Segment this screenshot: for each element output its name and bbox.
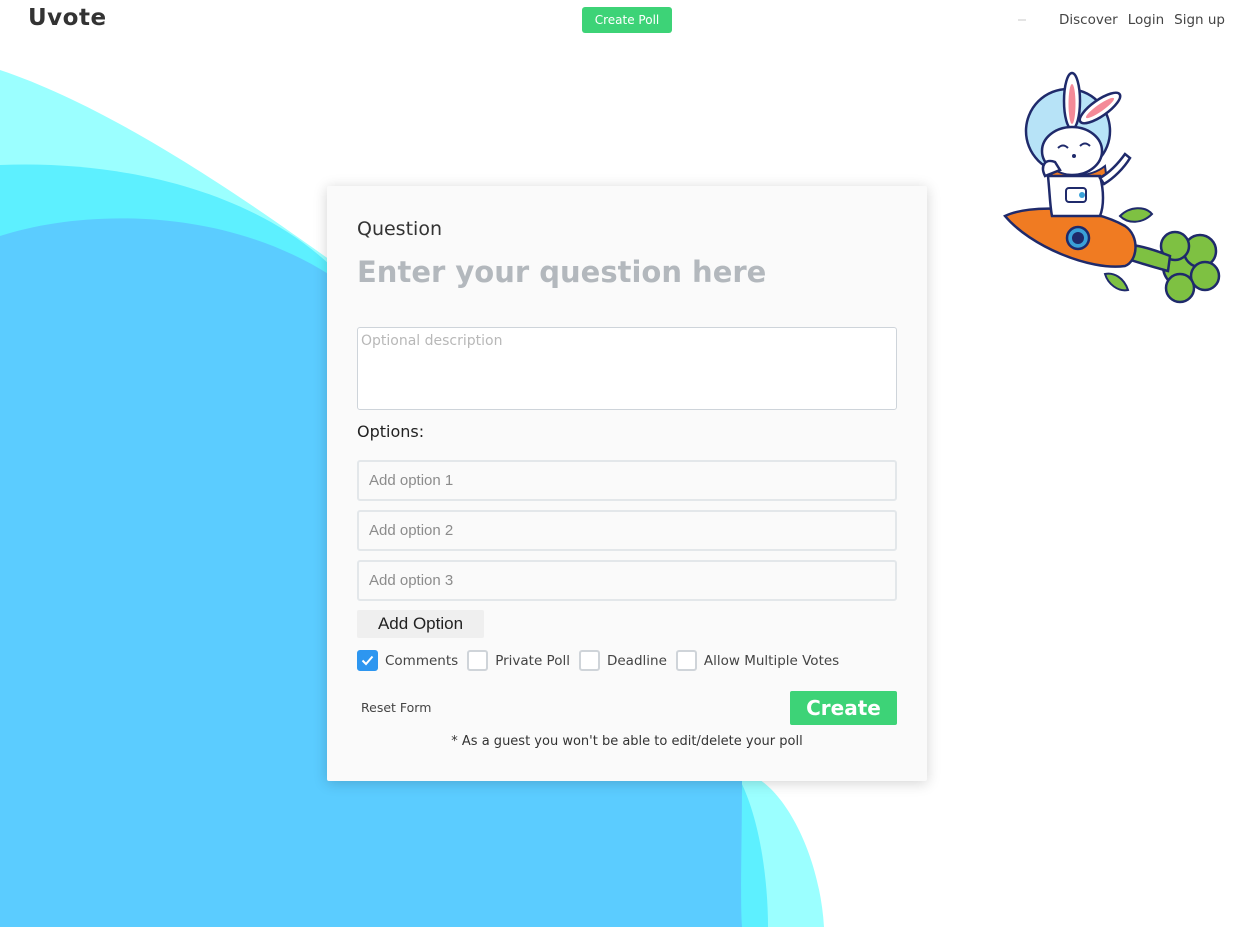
- guest-note: * As a guest you won't be able to edit/d…: [451, 734, 803, 749]
- create-poll-button[interactable]: Create Poll: [582, 7, 672, 33]
- nav-signup-link[interactable]: Sign up: [1174, 12, 1225, 28]
- private-poll-checkbox[interactable]: Private Poll: [467, 650, 570, 671]
- create-button[interactable]: Create: [790, 691, 897, 725]
- bunny-rocket-illustration: [1003, 71, 1221, 304]
- checkmark-icon: [361, 655, 374, 666]
- logo[interactable]: Uvote: [28, 5, 107, 31]
- question-label: Question: [357, 218, 442, 240]
- checkbox-unchecked-icon[interactable]: [467, 650, 489, 671]
- question-input[interactable]: [355, 252, 899, 292]
- description-textarea[interactable]: [357, 327, 897, 410]
- option-input-1[interactable]: [357, 460, 897, 501]
- checkbox-label: Private Poll: [495, 652, 570, 669]
- nav-login-link[interactable]: Login: [1128, 12, 1164, 28]
- nav-links: Discover Login Sign up: [1059, 12, 1225, 28]
- options-label: Options:: [357, 422, 425, 441]
- add-option-button[interactable]: Add Option: [357, 610, 484, 638]
- comments-checkbox[interactable]: Comments: [357, 650, 458, 671]
- deadline-checkbox[interactable]: Deadline: [578, 650, 667, 671]
- checkbox-label: Deadline: [606, 652, 667, 669]
- checkbox-label: Comments: [385, 652, 459, 669]
- checkbox-checked-icon[interactable]: [357, 650, 378, 671]
- nav-separator: [1018, 19, 1026, 21]
- nav-discover-link[interactable]: Discover: [1059, 12, 1118, 28]
- poll-settings: Comments Private Poll Deadline Allow Mul…: [357, 650, 848, 671]
- option-input-2[interactable]: [357, 510, 897, 551]
- reset-form-button[interactable]: Reset Form: [361, 700, 431, 715]
- checkbox-unchecked-icon[interactable]: [675, 650, 697, 671]
- option-input-3[interactable]: [357, 560, 897, 601]
- create-poll-form: Question Options: Add Option Comments Pr…: [327, 186, 927, 781]
- allow-multiple-votes-checkbox[interactable]: Allow Multiple Votes: [675, 650, 840, 671]
- checkbox-label: Allow Multiple Votes: [703, 652, 840, 669]
- top-navbar: Uvote Create Poll Discover Login Sign up: [0, 0, 1253, 40]
- checkbox-unchecked-icon[interactable]: [578, 650, 600, 671]
